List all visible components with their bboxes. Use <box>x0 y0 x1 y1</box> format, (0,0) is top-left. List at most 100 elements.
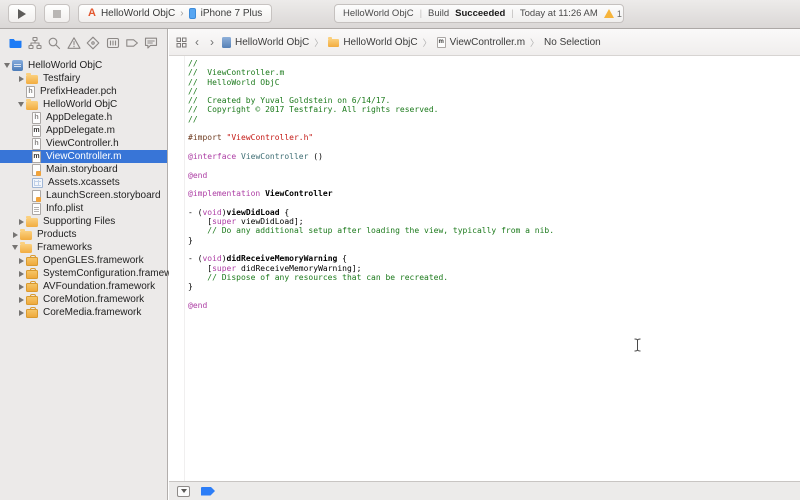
tree-item-coremedia-framework[interactable]: CoreMedia.framework <box>0 306 167 319</box>
xcassets-icon <box>32 178 43 188</box>
code-line: // HelloWorld ObjC <box>188 78 554 87</box>
disclosure-right-icon[interactable] <box>10 232 20 238</box>
tree-item-avfoundation-framework[interactable]: AVFoundation.framework <box>0 280 167 293</box>
tree-item-label: LaunchScreen.storyboard <box>45 190 161 201</box>
tree-item-systemconfiguration-framework[interactable]: SystemConfiguration.framework <box>0 267 167 280</box>
tree-item-label: Products <box>36 229 76 240</box>
tree-item-main-storyboard[interactable]: Main.storyboard <box>0 163 167 176</box>
tree-item-viewcontroller-h[interactable]: hViewController.h <box>0 137 167 150</box>
symbol-navigator-icon[interactable] <box>26 35 43 52</box>
file-m-icon: m <box>437 37 446 48</box>
code-line: } <box>188 282 554 291</box>
breadcrumb-item[interactable]: No Selection <box>544 37 601 48</box>
editor-pane: HelloWorld ObjC〉HelloWorld ObjC〉mViewCon… <box>169 29 800 500</box>
code-line: #import "ViewController.h" <box>188 133 554 142</box>
file-h-icon: h <box>32 112 41 124</box>
code-line: // Copyright © 2017 Testfairy. All right… <box>188 105 554 114</box>
tree-item-viewcontroller-m[interactable]: mViewController.m <box>0 150 167 163</box>
disclosure-right-icon[interactable] <box>16 310 26 316</box>
code-line <box>188 198 554 207</box>
stop-button[interactable] <box>44 4 70 23</box>
folder-icon <box>328 39 339 47</box>
code-line: [super didReceiveMemoryWarning]; <box>188 264 554 273</box>
disclosure-down-icon[interactable] <box>16 102 26 107</box>
tree-item-supporting-files[interactable]: Supporting Files <box>0 215 167 228</box>
test-navigator-icon[interactable] <box>85 35 102 52</box>
source-editor[interactable]: //// ViewController.m// HelloWorld ObjC/… <box>169 56 800 481</box>
scheme-name[interactable]: HelloWorld ObjC <box>101 8 175 19</box>
navigator-tab-bar <box>0 29 167 57</box>
breakpoints-toggle-button[interactable] <box>201 487 215 496</box>
project-file-tree: HelloWorld ObjCTestfairyhPrefixHeader.pc… <box>0 57 167 319</box>
activity-viewer: HelloWorld ObjC | Build Succeeded | Toda… <box>334 4 624 23</box>
warning-count: 1 <box>617 9 622 19</box>
tree-item-products[interactable]: Products <box>0 228 167 241</box>
tree-item-prefixheader-pch[interactable]: hPrefixHeader.pch <box>0 85 167 98</box>
code-line: // Dispose of any resources that can be … <box>188 273 554 282</box>
code-line: // <box>188 87 554 96</box>
breakpoint-navigator-icon[interactable] <box>124 35 141 52</box>
framework-icon <box>26 309 38 318</box>
tree-item-label: Info.plist <box>45 203 83 214</box>
tree-item-label: AppDelegate.h <box>45 112 112 123</box>
tree-item-testfairy[interactable]: Testfairy <box>0 72 167 85</box>
breadcrumb-label: HelloWorld ObjC <box>235 37 309 48</box>
issue-navigator-icon[interactable] <box>65 35 82 52</box>
disclosure-right-icon[interactable] <box>16 76 26 82</box>
back-button[interactable] <box>192 36 202 48</box>
tree-item-frameworks[interactable]: Frameworks <box>0 241 167 254</box>
tree-item-appdelegate-m[interactable]: mAppDelegate.m <box>0 124 167 137</box>
tree-item-coremotion-framework[interactable]: CoreMotion.framework <box>0 293 167 306</box>
project-navigator-icon[interactable] <box>7 35 24 52</box>
text-cursor <box>633 338 642 352</box>
disclosure-right-icon[interactable] <box>16 258 26 264</box>
disclosure-right-icon[interactable] <box>16 284 26 290</box>
breadcrumb-label: HelloWorld ObjC <box>343 37 417 48</box>
tree-item-opengles-framework[interactable]: OpenGLES.framework <box>0 254 167 267</box>
find-navigator-icon[interactable] <box>46 35 63 52</box>
toggle-debug-area-button[interactable] <box>177 486 190 497</box>
breadcrumb-item[interactable]: HelloWorld ObjC <box>328 37 417 48</box>
report-navigator-icon[interactable] <box>143 35 160 52</box>
tree-item-assets-xcassets[interactable]: Assets.xcassets <box>0 176 167 189</box>
folder-icon <box>20 244 32 253</box>
disclosure-right-icon[interactable] <box>16 219 26 225</box>
toolbar: HelloWorld ObjC iPhone 7 Plus HelloWorld… <box>0 0 800 29</box>
tree-item-helloworld-objc[interactable]: HelloWorld ObjC <box>0 98 167 111</box>
project-icon <box>12 60 23 71</box>
jump-bar: HelloWorld ObjC〉HelloWorld ObjC〉mViewCon… <box>169 29 800 56</box>
destination-name[interactable]: iPhone 7 Plus <box>201 8 263 19</box>
code-line: // Do any additional setup after loading… <box>188 226 554 235</box>
project-icon <box>222 37 231 48</box>
breadcrumb-item[interactable]: mViewController.m <box>437 37 525 48</box>
tree-item-helloworld-objc[interactable]: HelloWorld ObjC <box>0 59 167 72</box>
scheme-selector[interactable]: HelloWorld ObjC iPhone 7 Plus <box>78 4 272 23</box>
status-time: Today at 11:26 AM <box>520 8 598 19</box>
code-line: - (void)didReceiveMemoryWarning { <box>188 254 554 263</box>
tree-item-label: ViewController.h <box>45 138 119 149</box>
tree-item-info-plist[interactable]: Info.plist <box>0 202 167 215</box>
debug-navigator-icon[interactable] <box>104 35 121 52</box>
tree-item-launchscreen-storyboard[interactable]: LaunchScreen.storyboard <box>0 189 167 202</box>
framework-icon <box>26 283 38 292</box>
framework-icon <box>26 257 38 266</box>
run-button[interactable] <box>8 4 36 23</box>
chevron-right-icon <box>180 8 183 19</box>
tree-item-label: Testfairy <box>42 73 80 84</box>
disclosure-right-icon[interactable] <box>16 271 26 277</box>
breadcrumb-separator: 〉 <box>314 36 323 49</box>
tree-item-appdelegate-h[interactable]: h AppDelegate.h <box>0 111 167 124</box>
forward-button[interactable] <box>207 36 217 48</box>
code-line <box>188 143 554 152</box>
breadcrumb-item[interactable]: HelloWorld ObjC <box>222 37 309 48</box>
related-items-icon[interactable] <box>176 37 187 48</box>
disclosure-down-icon[interactable] <box>2 63 12 68</box>
folder-icon <box>26 75 38 84</box>
disclosure-down-icon[interactable] <box>10 245 20 250</box>
disclosure-right-icon[interactable] <box>16 297 26 303</box>
status-separator: | <box>420 8 422 19</box>
tree-item-label: CoreMotion.framework <box>42 294 144 305</box>
warning-badge[interactable]: 1 <box>604 9 622 19</box>
code-line: // Created by Yuval Goldstein on 6/14/17… <box>188 96 554 105</box>
debug-bar <box>169 481 800 500</box>
